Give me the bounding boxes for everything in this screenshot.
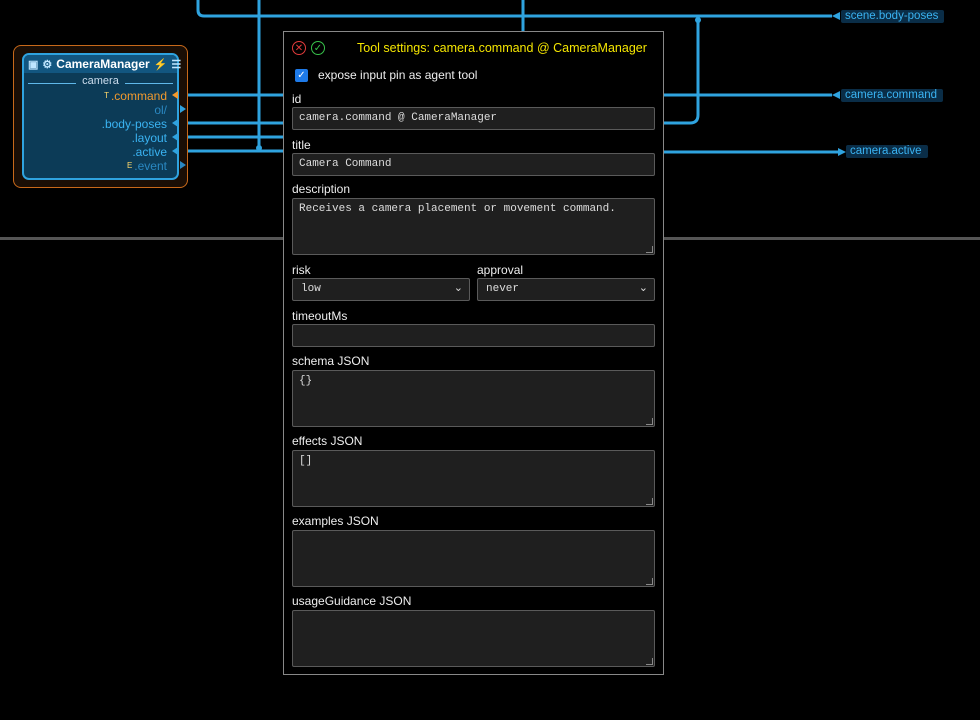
camera-command-tag[interactable]: camera.command	[841, 89, 944, 102]
expose-checkbox[interactable]: ✓	[295, 68, 308, 82]
usage-guidance-label: usageGuidance JSON	[292, 594, 412, 608]
tool-settings-dialog: ✕ ✓ Tool settings: camera.command @ Came…	[283, 31, 664, 675]
expose-checkbox-row[interactable]: ✓ expose input pin as agent tool	[284, 64, 663, 86]
approval-select[interactable]: never ⌄	[477, 278, 655, 301]
schema-field[interactable]: {}	[292, 370, 655, 427]
schema-label: schema JSON	[292, 354, 370, 368]
title-label: title	[292, 138, 311, 152]
pin-arrows	[172, 91, 186, 169]
risk-label: risk	[292, 263, 311, 277]
risk-select[interactable]: low ⌄	[292, 278, 470, 301]
description-field[interactable]: Receives a camera placement or movement …	[292, 198, 655, 255]
camera-active-tag[interactable]: camera.active	[846, 145, 928, 158]
examples-label: examples JSON	[292, 514, 379, 528]
resize-handle[interactable]	[646, 658, 653, 665]
id-label: id	[292, 92, 302, 106]
resize-handle[interactable]	[646, 246, 653, 253]
timeout-field[interactable]	[292, 324, 655, 347]
effects-field[interactable]: []	[292, 450, 655, 507]
effects-label: effects JSON	[292, 434, 363, 448]
title-field[interactable]: Camera Command	[292, 153, 655, 176]
chevron-down-icon: ⌄	[638, 281, 648, 294]
examples-field[interactable]	[292, 530, 655, 587]
close-icon[interactable]: ✕	[292, 41, 306, 55]
resize-handle[interactable]	[646, 418, 653, 425]
resize-handle[interactable]	[646, 498, 653, 505]
resize-handle[interactable]	[646, 578, 653, 585]
approval-label: approval	[477, 263, 524, 277]
timeout-label: timeoutMs	[292, 309, 348, 323]
description-label: description	[292, 182, 351, 196]
scene-body-poses-tag[interactable]: scene.body-poses	[841, 10, 945, 23]
chevron-down-icon: ⌄	[453, 281, 463, 294]
id-field[interactable]: camera.command @ CameraManager	[292, 107, 655, 130]
expose-label: expose input pin as agent tool	[318, 68, 478, 82]
dialog-title: Tool settings: camera.command @ CameraMa…	[357, 41, 647, 55]
check-icon[interactable]: ✓	[311, 41, 325, 55]
usage-guidance-field[interactable]	[292, 610, 655, 667]
dialog-header: ✕ ✓ Tool settings: camera.command @ Came…	[284, 32, 663, 64]
